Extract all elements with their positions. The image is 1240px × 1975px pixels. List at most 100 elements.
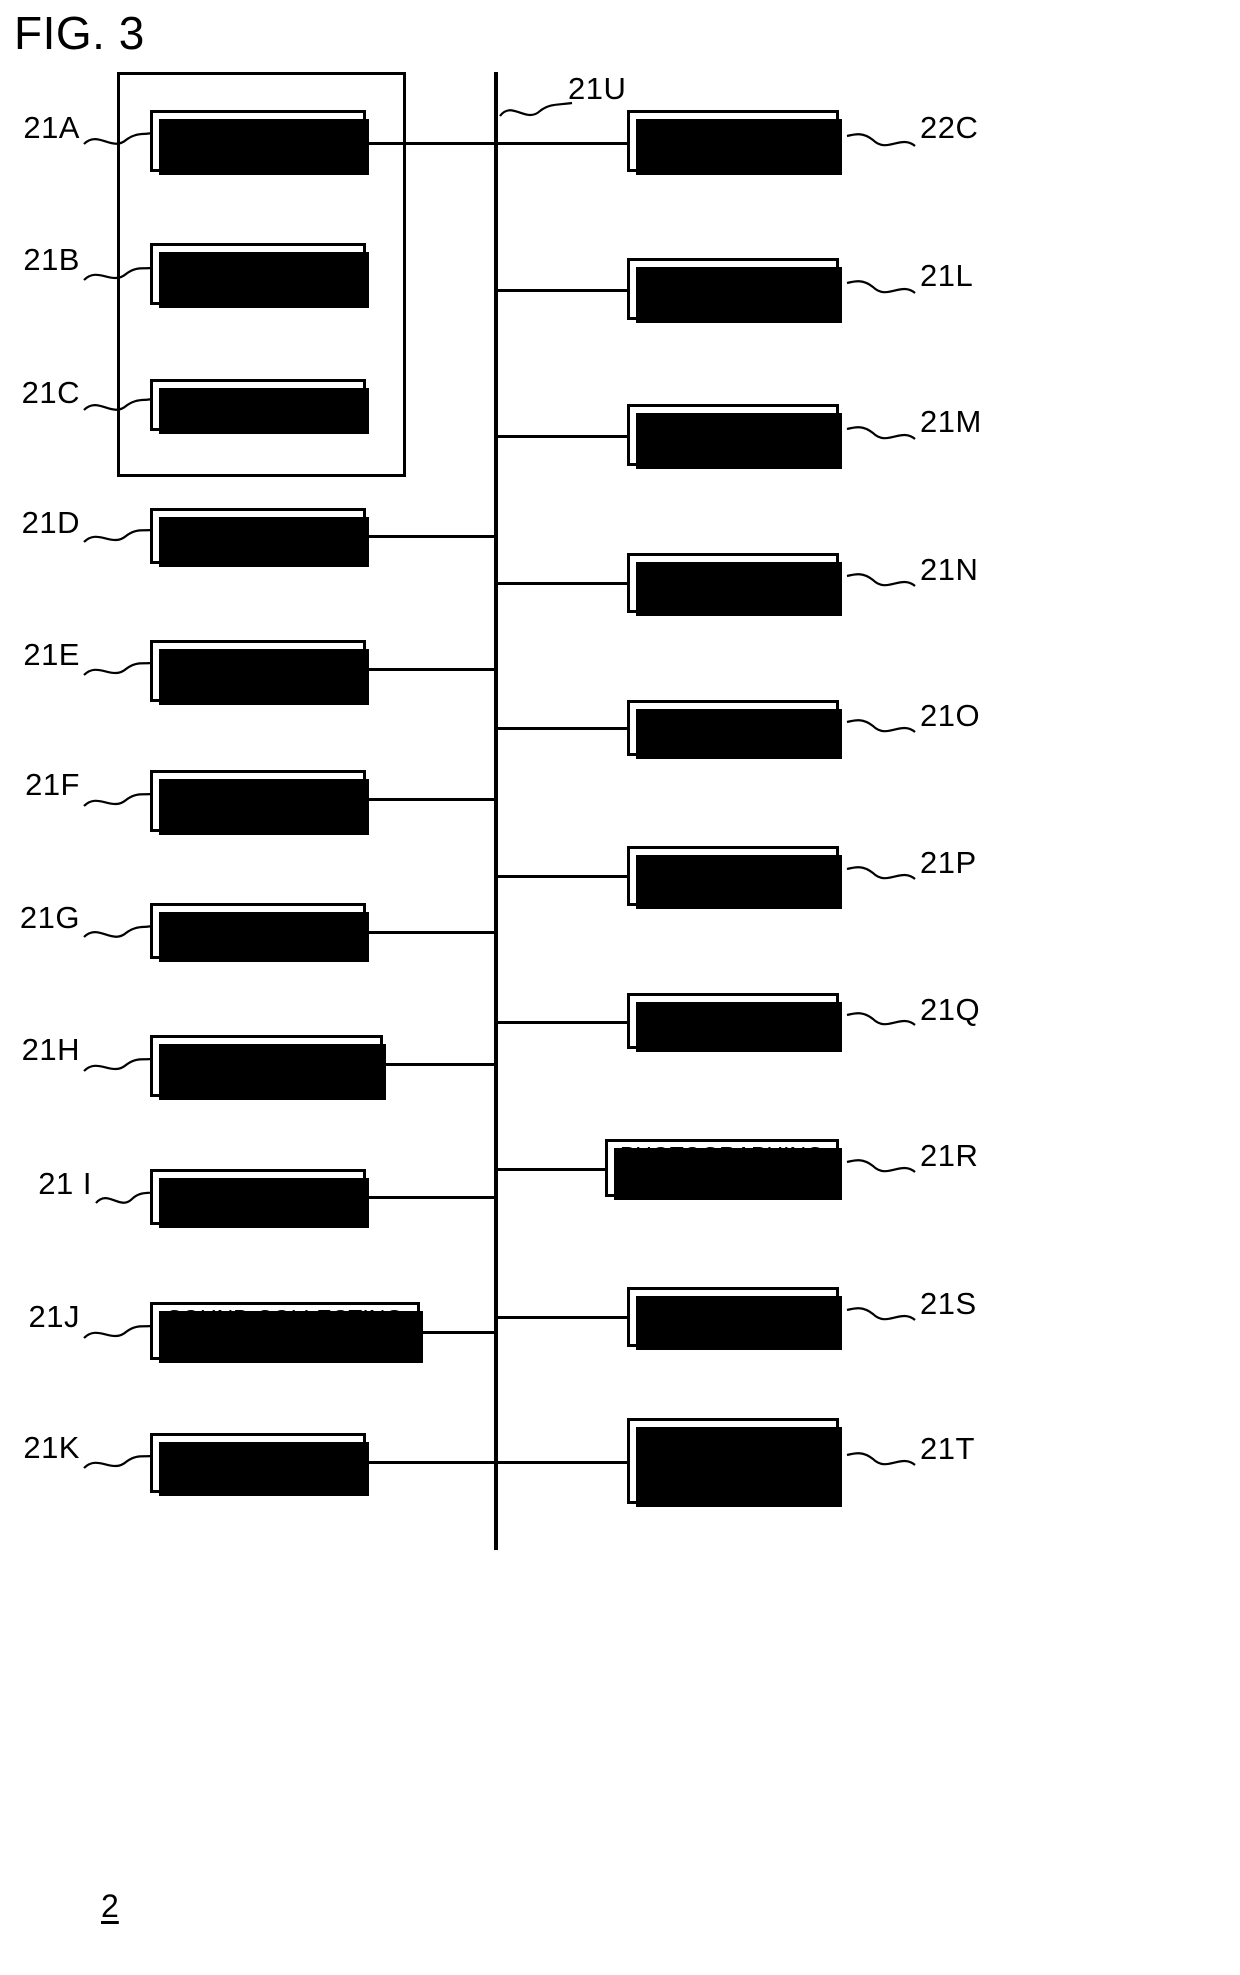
block-label: SANITIZER: [672, 1007, 794, 1034]
block-temperature-sensor[interactable]: TEMPERATURE SENSOR: [150, 1433, 369, 1496]
leader-line-21e: [83, 661, 153, 676]
bus-line-21u: [494, 72, 498, 1550]
lead-21s: [497, 1316, 627, 1319]
block-label: AIR QUALITY MONITOR: [661, 850, 805, 900]
ref-label-22c: 22C: [920, 110, 979, 145]
block-information-acquisition-apparatus[interactable]: INFORMATION ACQUISITION APPARATUS: [627, 1418, 842, 1507]
ref-label-21p: 21P: [920, 845, 977, 880]
block-printer[interactable]: PRINTER: [150, 508, 369, 567]
block-label: AIR CONDITIONER: [177, 645, 339, 695]
block-electronic-lock[interactable]: ELECTRONIC LOCK: [627, 110, 842, 175]
lead-21q: [497, 1021, 627, 1024]
block-label: SOUND COLLECTING MICROPHONE: [166, 1305, 404, 1355]
block-lighting-device[interactable]: LIGHTING DEVICE: [150, 770, 369, 835]
ref-label-21f: 21F: [25, 767, 80, 802]
leader-line-21r: [846, 1159, 916, 1173]
leader-line-21a: [83, 131, 153, 145]
block-air-conditioner[interactable]: AIR CONDITIONER: [150, 640, 369, 705]
patent-figure-page: FIG. 3 21U COMPUTER UNIT 21A DISPLAY DEV…: [0, 0, 1240, 1975]
block-label: SENSOR MAT: [657, 714, 809, 741]
ref-label-21s: 21S: [920, 1286, 977, 1321]
block-magnet-sensor[interactable]: MAGNET SENSOR: [627, 404, 842, 469]
ref-label-21u: 21U: [568, 71, 627, 106]
lead-21t: [497, 1461, 627, 1464]
block-label: PRINTER: [207, 522, 309, 549]
leader-line-21l: [846, 280, 916, 294]
leader-line-21h: [83, 1057, 153, 1072]
leader-line-21d: [83, 528, 153, 543]
ref-label-21n: 21N: [920, 552, 979, 587]
ref-label-21l: 21L: [920, 258, 974, 293]
ref-label-21e: 21E: [23, 637, 80, 672]
lead-21r: [497, 1168, 605, 1171]
ref-label-21a: 21A: [23, 110, 80, 145]
block-acceleration-sensor[interactable]: ACCELERATION SENSOR: [627, 553, 842, 616]
block-label: MAGNET SENSOR: [683, 409, 783, 459]
leader-line-21n: [846, 573, 916, 587]
block-display-device[interactable]: DISPLAY DEVICE: [150, 243, 369, 308]
leader-line-21m: [846, 426, 916, 440]
ref-label-21o: 21O: [920, 698, 981, 733]
block-sanitizer[interactable]: SANITIZER: [627, 993, 842, 1052]
block-label: ACCELERATION SENSOR: [644, 557, 822, 607]
block-label: INFORMATION ACQUISITION APPARATUS: [653, 1423, 813, 1497]
figure-foot-numeral: 2: [101, 1888, 119, 1924]
leader-line-21i: [95, 1190, 155, 1204]
lead-21a: [366, 142, 498, 145]
block-loudspeaker[interactable]: LOUDSPEAKER: [150, 1169, 369, 1228]
leader-line-21c: [83, 397, 153, 411]
block-label: COMMUNICATION IF: [167, 1040, 366, 1090]
block-air-quality-monitor[interactable]: AIR QUALITY MONITOR: [627, 846, 842, 909]
lead-21m: [497, 435, 627, 438]
ref-label-21c: 21C: [21, 375, 80, 410]
block-motion-sensor[interactable]: MOTION SENSOR: [627, 1287, 842, 1350]
block-label: PHOTOGRAPHING APPARATUS: [619, 1142, 825, 1192]
lead-21h: [383, 1063, 498, 1066]
ref-label-21r: 21R: [920, 1138, 979, 1173]
ref-label-21k: 21K: [23, 1430, 80, 1465]
block-label: TEMPERATURE SENSOR: [171, 1437, 345, 1487]
ref-label-21d: 21D: [21, 505, 80, 540]
lead-21o: [497, 727, 627, 730]
lead-21n: [497, 582, 627, 585]
lead-21p: [497, 875, 627, 878]
lead-21d: [366, 535, 498, 538]
leader-line-21g: [83, 924, 153, 938]
block-label: LIGHTING DEVICE: [203, 775, 313, 825]
block-sound-collecting-microphone[interactable]: SOUND COLLECTING MICROPHONE: [150, 1302, 423, 1363]
leader-line-21q: [846, 1012, 916, 1026]
block-label: INPUT DEVICE: [177, 391, 339, 418]
block-sensor-mat[interactable]: SENSOR MAT: [627, 700, 842, 759]
ref-label-21g: 21G: [19, 900, 80, 935]
lead-21k: [366, 1461, 498, 1464]
leader-line-21j: [83, 1324, 153, 1339]
block-computer-unit[interactable]: COMPUTER UNIT: [150, 110, 369, 175]
block-label: HUMIDITY SENSOR: [677, 263, 789, 313]
ref-label-21t: 21T: [920, 1431, 975, 1466]
lead-21g: [366, 931, 498, 934]
leader-line-21o: [846, 719, 916, 733]
leader-line-21s: [846, 1307, 916, 1321]
block-humidity-sensor[interactable]: HUMIDITY SENSOR: [627, 258, 842, 323]
block-label: MOTION SENSOR: [684, 1291, 782, 1341]
lead-21e: [366, 668, 498, 671]
block-input-device[interactable]: INPUT DEVICE: [150, 379, 369, 434]
block-controller[interactable]: CONTROLLER: [150, 903, 369, 962]
block-photographing-apparatus[interactable]: PHOTOGRAPHING APPARATUS: [605, 1139, 842, 1200]
block-communication-if[interactable]: COMMUNICATION IF: [150, 1035, 386, 1100]
block-label: ELECTRONIC LOCK: [658, 115, 808, 165]
ref-label-21m: 21M: [920, 404, 982, 439]
ref-label-21q: 21Q: [920, 992, 981, 1027]
leader-line-21k: [83, 1454, 153, 1469]
block-label: COMPUTER UNIT: [192, 115, 324, 165]
lead-21f: [366, 798, 498, 801]
figure-title: FIG. 3: [14, 7, 145, 59]
lead-21l: [497, 289, 627, 292]
lead-21i: [366, 1196, 498, 1199]
lead-22c: [497, 142, 627, 145]
leader-line-21p: [846, 866, 916, 880]
ref-label-21j: 21J: [28, 1299, 80, 1334]
lead-21j: [420, 1331, 498, 1334]
block-label: DISPLAY DEVICE: [210, 248, 306, 298]
block-label: LOUDSPEAKER: [171, 1183, 345, 1210]
